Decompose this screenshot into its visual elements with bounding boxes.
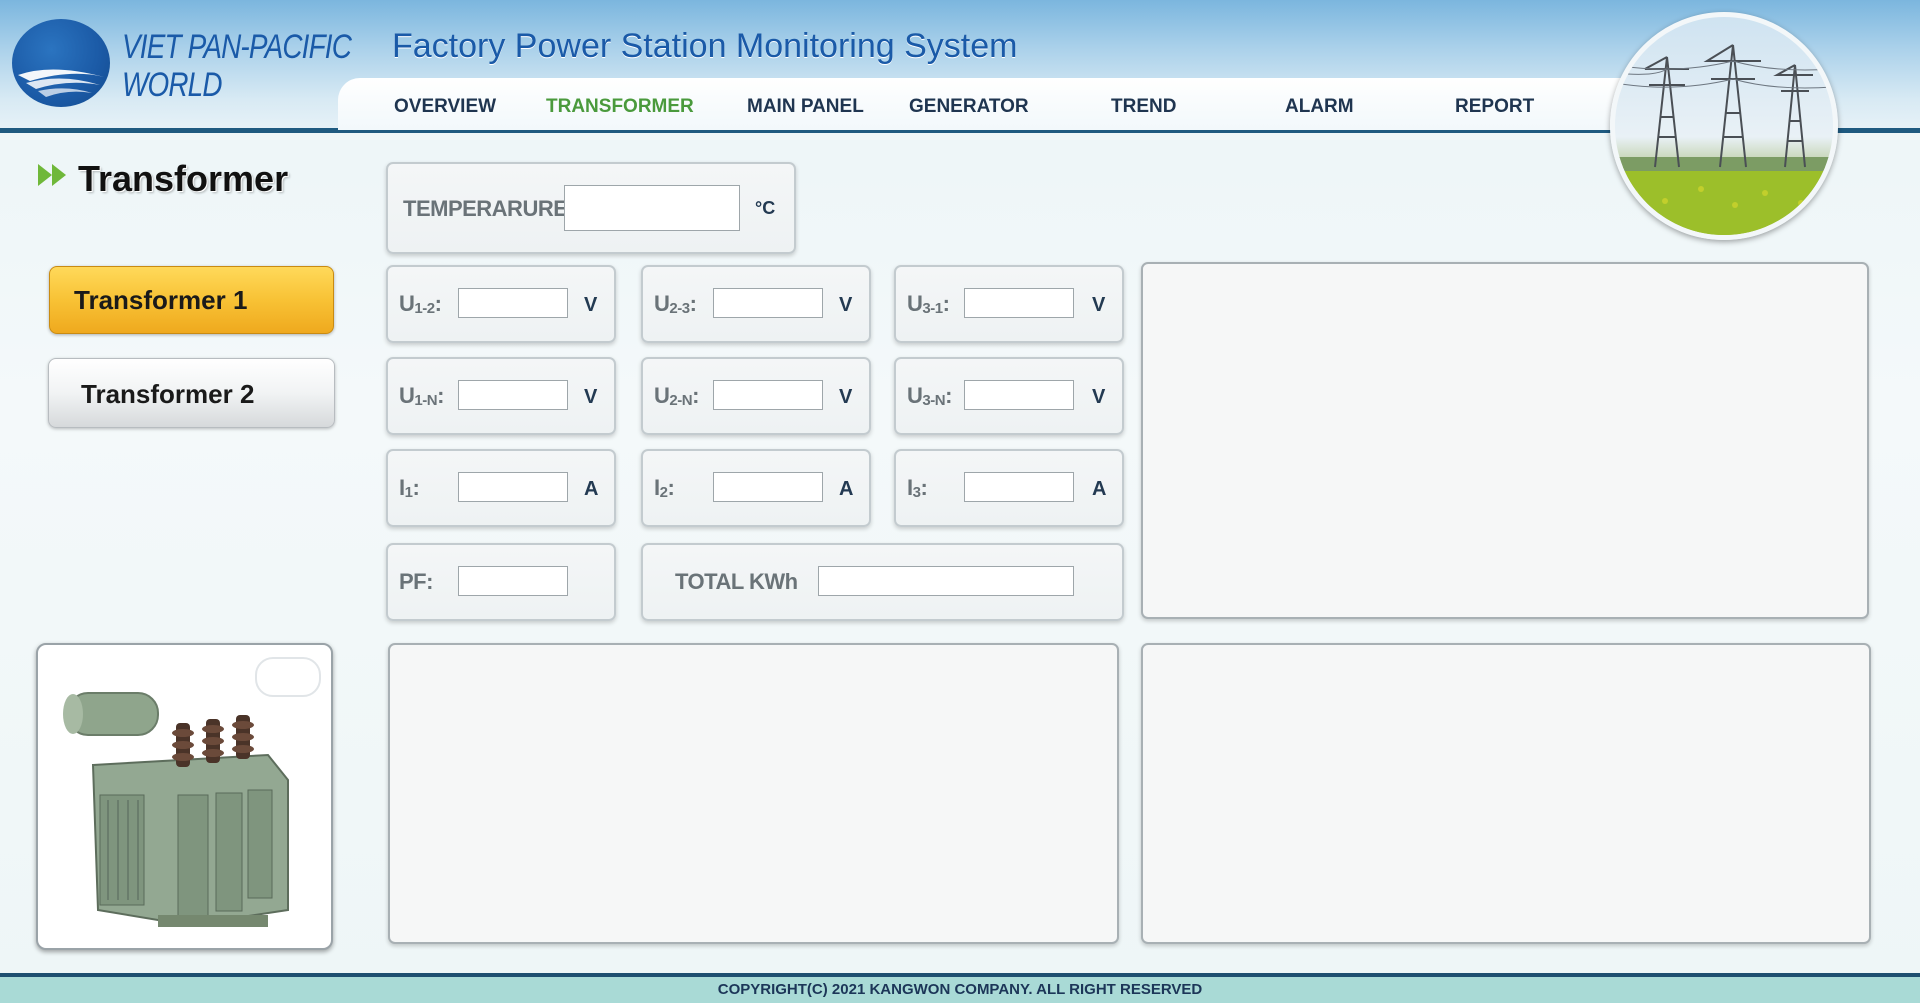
- u31-group: U3-1: V: [894, 265, 1124, 343]
- temperature-unit: °C: [755, 198, 776, 218]
- u23-input[interactable]: [713, 288, 823, 318]
- u31-unit: V: [1092, 294, 1106, 316]
- u23-group: U2-3: V: [641, 265, 871, 343]
- nav-transformer[interactable]: TRANSFORMER: [546, 96, 694, 118]
- nav-overview[interactable]: OVERVIEW: [394, 96, 496, 118]
- nav-generator[interactable]: GENERATOR: [909, 96, 1029, 118]
- u3n-label: U3-N:: [907, 383, 952, 409]
- i3-input[interactable]: [964, 472, 1074, 502]
- u12-group: U1-2: V: [386, 265, 616, 343]
- u31-label: U3-1:: [907, 291, 950, 317]
- u2n-label: U2-N:: [654, 383, 699, 409]
- pf-label: PF:: [399, 569, 433, 594]
- i1-label: I1:: [399, 475, 420, 501]
- double-chevron-right-icon: [38, 164, 66, 186]
- transformer-image-frame: [36, 643, 333, 950]
- u3n-input[interactable]: [964, 380, 1074, 410]
- logo-line-1: VIET PAN-PACIFIC: [122, 28, 352, 66]
- transformer-1-label: Transformer 1: [74, 285, 248, 315]
- u12-label: U1-2:: [399, 291, 442, 317]
- total-kwh-input[interactable]: [818, 566, 1074, 596]
- transformer-1-button[interactable]: Transformer 1: [49, 266, 334, 334]
- u12-input[interactable]: [458, 288, 568, 318]
- i1-input[interactable]: [458, 472, 568, 502]
- u1n-input[interactable]: [458, 380, 568, 410]
- total-kwh-label: TOTAL KWh: [675, 569, 798, 594]
- i3-unit: A: [1092, 478, 1107, 500]
- u23-label: U2-3:: [654, 291, 697, 317]
- i2-unit: A: [839, 478, 854, 500]
- chart-panel-bottom-right: [1141, 643, 1871, 944]
- i2-label: I2:: [654, 475, 675, 501]
- nav-report[interactable]: REPORT: [1455, 96, 1534, 118]
- transformer-2-label: Transformer 2: [81, 379, 255, 409]
- u1n-label: U1-N:: [399, 383, 444, 409]
- u1n-group: U1-N: V: [386, 357, 616, 435]
- pf-input[interactable]: [458, 566, 568, 596]
- i3-label: I3:: [907, 475, 928, 501]
- transformer-image: [63, 692, 289, 927]
- copyright-text: COPYRIGHT(C) 2021 KANGWON COMPANY. ALL R…: [717, 981, 1203, 998]
- i2-input[interactable]: [713, 472, 823, 502]
- pf-group: PF:: [386, 543, 616, 621]
- u2n-input[interactable]: [713, 380, 823, 410]
- i1-group: I1: A: [386, 449, 616, 527]
- nav-trend[interactable]: TREND: [1111, 96, 1176, 118]
- nav-main-panel[interactable]: MAIN PANEL: [747, 96, 864, 118]
- u12-unit: V: [584, 294, 598, 316]
- i1-unit: A: [584, 478, 599, 500]
- app-title: Factory Power Station Monitoring System: [392, 27, 1018, 65]
- i3-group: I3: A: [894, 449, 1124, 527]
- temperature-input[interactable]: [564, 185, 740, 231]
- footer: COPYRIGHT(C) 2021 KANGWON COMPANY. ALL R…: [0, 977, 1920, 1003]
- power-tower-image: [1610, 12, 1838, 240]
- u3n-unit: V: [1092, 386, 1106, 408]
- temperature-group: TEMPERARURE: °C: [386, 162, 796, 254]
- u31-input[interactable]: [964, 288, 1074, 318]
- u2n-unit: V: [839, 386, 853, 408]
- u1n-unit: V: [584, 386, 598, 408]
- u3n-group: U3-N: V: [894, 357, 1124, 435]
- page-title: Transformer: [78, 158, 289, 199]
- i2-group: I2: A: [641, 449, 871, 527]
- company-logo-icon: [12, 19, 110, 107]
- logo-line-2: WORLD: [122, 66, 223, 104]
- nav-alarm[interactable]: ALARM: [1285, 96, 1354, 118]
- temperature-label: TEMPERARURE:: [403, 196, 575, 221]
- chart-panel-bottom-left: [388, 643, 1119, 944]
- u23-unit: V: [839, 294, 853, 316]
- u2n-group: U2-N: V: [641, 357, 871, 435]
- transformer-2-button[interactable]: Transformer 2: [48, 358, 335, 428]
- chart-panel-top-right: [1141, 262, 1869, 619]
- total-kwh-group: TOTAL KWh: [641, 543, 1124, 621]
